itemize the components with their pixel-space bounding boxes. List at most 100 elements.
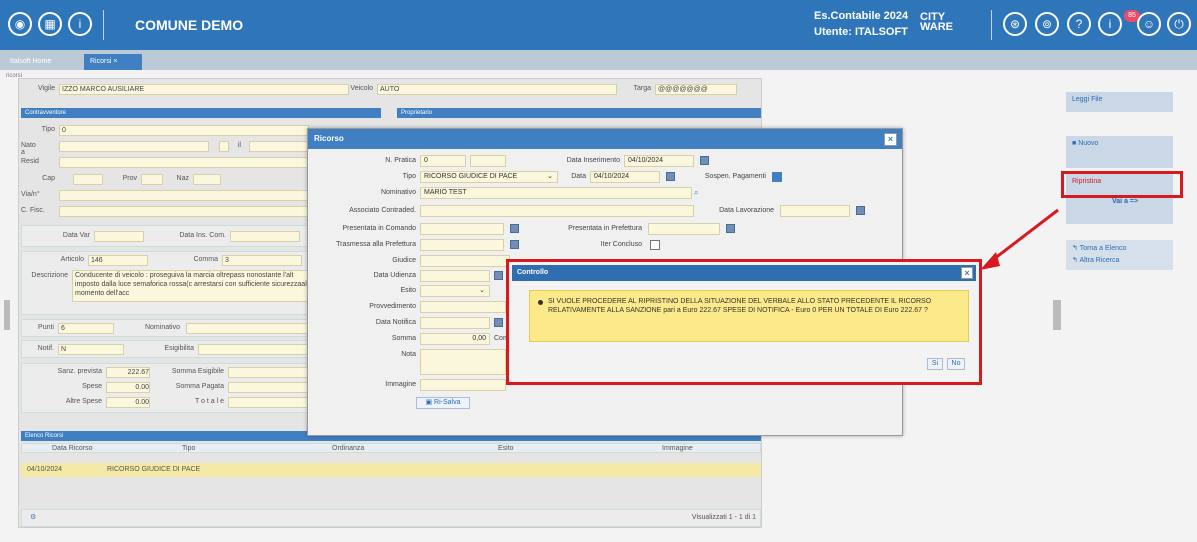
veicolo-field[interactable]: AUTO (377, 84, 617, 95)
iter-checkbox[interactable] (650, 240, 660, 250)
table-row[interactable]: 04/10/2024 RICORSO GIUDICE DI PACE (21, 463, 761, 477)
settings-icon[interactable]: ⊚ (1035, 12, 1059, 36)
grid-icon[interactable]: ▦ (38, 12, 62, 36)
altra-link[interactable]: ↰ Altra Ricerca (1072, 256, 1167, 264)
somma-pag-field[interactable] (228, 382, 308, 393)
articolo-field[interactable]: 146 (88, 255, 148, 266)
descrizione-field[interactable]: Conducente di veicolo : proseguiva la ma… (72, 270, 310, 302)
pres-com-field[interactable] (420, 223, 504, 235)
calendar-icon[interactable] (726, 224, 735, 233)
via-field[interactable] (59, 190, 309, 201)
tab-ricorsi[interactable]: Ricorsi × (84, 54, 142, 70)
totale-field[interactable] (228, 397, 308, 408)
close-icon[interactable]: × (961, 267, 973, 279)
notifications-icon[interactable]: i (1098, 12, 1122, 36)
help-icon[interactable]: ? (1067, 12, 1091, 36)
datains-field[interactable] (230, 231, 300, 242)
tipo-field[interactable]: 0 (59, 125, 309, 136)
vigile-field[interactable]: IZZO MARCO AUSILIARE (59, 84, 349, 95)
top-bar: ◉ ▦ i COMUNE DEMO Es.Contabile 2024 Utent… (0, 0, 1197, 50)
tab-home[interactable]: Italsoft Home (4, 54, 57, 70)
comma-field[interactable]: 3 (222, 255, 302, 266)
modal-title: Ricorso (308, 129, 902, 149)
menu-icon[interactable]: ◉ (8, 12, 32, 36)
dialog-title: Controllo (512, 265, 976, 281)
il-label: il (237, 142, 241, 149)
refresh-icon[interactable]: ⊛ (1003, 12, 1027, 36)
cf-field[interactable] (59, 206, 309, 217)
col-ordinanza[interactable]: Ordinanza (332, 445, 364, 452)
nominativo-field[interactable] (186, 323, 308, 334)
confirm-dialog: Controllo × SI VUOLE PROCEDERE AL RIPRIS… (506, 259, 982, 385)
power-icon[interactable]: ⏻ (1167, 12, 1191, 36)
altre-spese-field[interactable]: 0.00 (106, 397, 150, 408)
user-icon[interactable]: ☺ (1137, 12, 1161, 36)
cap-field[interactable] (73, 174, 103, 185)
sanzione-field[interactable]: 222.67 (106, 367, 150, 378)
prov-nato-field[interactable] (219, 141, 229, 152)
vai-link[interactable]: Vai a => (1112, 198, 1138, 205)
esito-select[interactable]: ⌄ (420, 285, 490, 297)
naz-field[interactable] (193, 174, 221, 185)
splitter-handle[interactable] (4, 300, 10, 330)
torna-link[interactable]: ↰ Torna a Elenco (1072, 244, 1167, 252)
udienza-field[interactable] (420, 270, 490, 282)
tipo-select[interactable]: RICORSO GIUDICE DI PACE ⌄ (420, 171, 558, 183)
col-immagine[interactable]: Immagine (662, 445, 693, 452)
pres-pref-field[interactable] (648, 223, 720, 235)
somma-esig-field[interactable] (228, 367, 308, 378)
data-nascita-field[interactable] (249, 141, 309, 152)
search-icon[interactable]: ⌕ (694, 188, 698, 198)
col-esito[interactable]: Esito (498, 445, 514, 452)
calendar-icon[interactable] (494, 318, 503, 327)
close-icon[interactable]: × (884, 133, 897, 146)
somma-field[interactable]: 0,00 (420, 333, 490, 345)
col-data[interactable]: Data Ricorso (52, 445, 92, 452)
npratica-year-field[interactable] (470, 155, 506, 167)
nato-field[interactable] (59, 141, 209, 152)
calendar-icon[interactable] (700, 156, 709, 165)
calendar-icon[interactable] (666, 172, 675, 181)
calendar-icon[interactable] (856, 206, 865, 215)
immagine-field[interactable] (420, 379, 506, 391)
esigibilita-field[interactable] (198, 344, 308, 355)
yes-button[interactable]: Si (927, 358, 943, 370)
datavar-label: Data Var (62, 232, 90, 239)
chevron-down-icon: ⌄ (479, 287, 485, 294)
totale-label: T o t a l e (194, 398, 224, 405)
col-tipo[interactable]: Tipo (182, 445, 195, 452)
trasmessa-field[interactable] (420, 239, 504, 251)
no-button[interactable]: No (947, 358, 965, 370)
nuovo-button[interactable]: ■ Nuovo (1066, 136, 1173, 168)
data-field[interactable]: 04/10/2024 (590, 171, 660, 183)
resid-field[interactable] (59, 157, 309, 168)
associato-field[interactable] (420, 205, 694, 217)
settings-icon[interactable]: ⚙ (30, 513, 36, 521)
calendar-icon[interactable] (494, 271, 503, 280)
nominativo-field[interactable]: MARIO TEST (420, 187, 692, 199)
save-button[interactable]: ▣ Ri-Salva (416, 397, 470, 409)
datalav-field[interactable] (780, 205, 850, 217)
prov-field[interactable] (141, 174, 163, 185)
somma-pag-label: Somma Pagata (175, 383, 224, 390)
spese-field[interactable]: 0.00 (106, 382, 150, 393)
npratica-label: N. Pratica (385, 157, 416, 164)
npratica-field[interactable]: 0 (420, 155, 466, 167)
data-notifica-field[interactable] (420, 317, 490, 329)
esito-label: Esito (400, 287, 416, 294)
leggi-file-button[interactable]: Leggi File (1066, 92, 1173, 112)
giudice-field[interactable] (420, 255, 510, 267)
splitter-handle[interactable] (1053, 300, 1061, 330)
datavar-field[interactable] (94, 231, 144, 242)
punti-field[interactable]: 6 (58, 323, 114, 334)
info-icon[interactable]: i (68, 12, 92, 36)
nota-field[interactable] (420, 349, 506, 375)
datains-field[interactable]: 04/10/2024 (624, 155, 694, 167)
provvedimento-field[interactable] (420, 301, 506, 313)
close-icon[interactable]: × (113, 58, 117, 65)
calendar-icon[interactable] (510, 240, 519, 249)
notif-field[interactable]: N (58, 344, 124, 355)
targa-field[interactable]: @@@@@@@ (655, 84, 737, 95)
es-label: Es.Contabile 2024 (814, 10, 909, 22)
sospensione-checkbox[interactable] (772, 172, 782, 182)
